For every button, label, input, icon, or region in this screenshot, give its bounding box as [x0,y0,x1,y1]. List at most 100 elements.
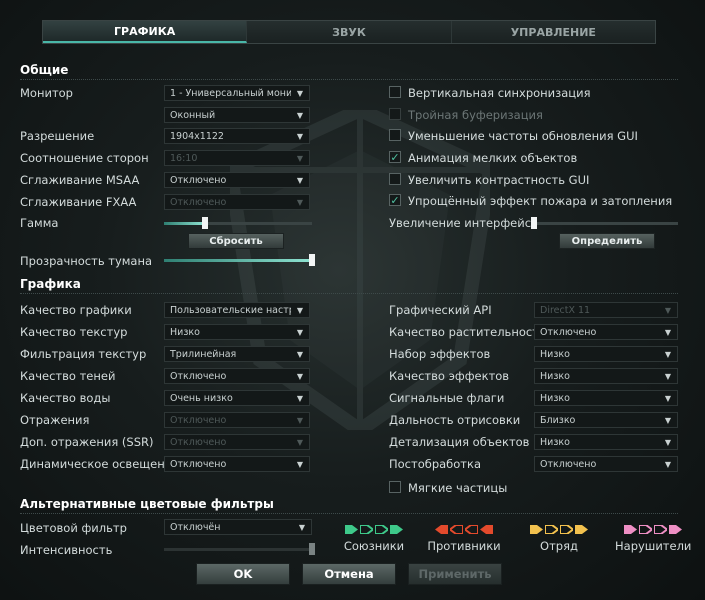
chevron-down-icon: ▼ [296,371,304,381]
graphics-right-label: Набор эффектов [389,347,491,361]
tab-graphics[interactable]: ГРАФИКА [43,21,248,43]
graphics-left-dropdown: Отключено ▼ [164,412,310,428]
graphics-right-dropdown[interactable]: Отключено ▼ [534,324,678,340]
chevron-down-icon: ▼ [296,459,304,469]
legend-symbols [521,524,597,534]
tab-sound[interactable]: ЗВУК [247,21,452,43]
graphics-left-label: Фильтрация текстур [20,347,147,361]
legend-item: Союзники [336,524,412,553]
chevron-down-icon: ▼ [296,88,304,98]
graphics-left-dropdown[interactable]: Отключено ▼ [164,368,310,384]
aspect-value: 16:10 [170,152,198,164]
monitor-dropdown[interactable]: 1 - Универсальный монитор PnP ▼ [164,85,310,101]
graphics-right-value: Низко [540,370,570,382]
display-mode-dropdown[interactable]: Оконный ▼ [164,107,310,123]
gui-rate-label: Уменьшение частоты обновления GUI [408,129,638,143]
graphics-right-dropdown[interactable]: Низко ▼ [534,368,678,384]
aspect-dropdown: 16:10 ▼ [164,150,310,166]
graphics-right-value: Низко [540,436,570,448]
monitor-label: Монитор [20,86,73,100]
graphics-left-dropdown: Отключено ▼ [164,434,310,450]
ok-button[interactable]: OK [196,563,290,585]
graphics-left-label: Качество текстур [20,325,128,339]
graphics-right-dropdown[interactable]: Близко ▼ [534,412,678,428]
graphics-left-dropdown[interactable]: Отключено ▼ [164,456,310,472]
ship-marker-icon [575,524,588,534]
gui-contrast-checkbox[interactable] [389,173,401,185]
legend-label: Союзники [343,539,405,553]
graphics-right-dropdown[interactable]: Низко ▼ [534,346,678,362]
section-general-title: Общие [20,63,69,77]
legend-item: Противники [426,524,502,553]
msaa-label: Сглаживание MSAA [20,173,140,187]
ship-marker-icon [545,524,558,534]
check-icon: ✓ [390,193,400,207]
msaa-dropdown[interactable]: Отключено ▼ [164,172,310,188]
graphics-left-label: Качество воды [20,391,111,405]
chevron-down-icon: ▼ [296,327,304,337]
chevron-down-icon: ▼ [664,371,672,381]
ship-marker-icon [530,524,543,534]
graphics-left-label: Отражения [20,413,90,427]
resolution-value: 1904x1122 [170,130,224,142]
gamma-slider[interactable] [164,217,312,229]
ship-marker-icon [560,524,573,534]
vsync-checkbox[interactable] [389,86,401,98]
graphics-right-dropdown[interactable]: Отключено ▼ [534,456,678,472]
ship-marker-icon [345,524,358,534]
soft-particles-checkbox[interactable] [389,481,401,493]
chevron-down-icon: ▼ [296,197,304,207]
fire-effect-checkbox[interactable]: ✓ [389,194,401,206]
section-divider [20,293,678,294]
chevron-down-icon: ▼ [298,522,306,532]
detect-button[interactable]: Определить [559,233,655,249]
fxaa-value: Отключено [170,196,227,208]
chevron-down-icon: ▼ [296,415,304,425]
graphics-right-label: Постобработка [389,457,481,471]
fire-effect-label: Упрощённый эффект пожара и затопления [408,194,673,208]
gui-rate-checkbox[interactable] [389,129,401,141]
graphics-right-value: DirectX 11 [540,304,591,316]
graphics-left-dropdown[interactable]: Трилинейная ▼ [164,346,310,362]
ship-marker-icon [435,524,448,534]
graphics-right-value: Низко [540,348,570,360]
chevron-down-icon: ▼ [664,327,672,337]
resolution-dropdown[interactable]: 1904x1122 ▼ [164,128,310,144]
ui-scale-slider[interactable] [531,217,678,229]
legend-item: Нарушители [615,524,691,553]
color-filter-dropdown[interactable]: Отключён ▼ [164,519,312,535]
graphics-right-dropdown[interactable]: Низко ▼ [534,390,678,406]
fog-slider[interactable] [164,254,315,266]
legend-label: Отряд [540,539,578,553]
small-anim-label: Анимация мелких объектов [408,151,578,165]
graphics-right-value: Низко [540,392,570,404]
graphics-left-dropdown[interactable]: Пользовательские настройки ▼ [164,302,310,318]
graphics-right-dropdown[interactable]: Низко ▼ [534,434,678,450]
gamma-label: Гамма [20,216,59,230]
soft-particles-label: Мягкие частицы [408,481,508,495]
ship-marker-icon [639,524,652,534]
ship-marker-icon [669,524,682,534]
tab-controls[interactable]: УПРАВЛЕНИЕ [451,21,655,43]
fog-label: Прозрачность тумана [20,254,153,268]
monitor-value: 1 - Универсальный монитор PnP [170,87,291,99]
graphics-left-dropdown[interactable]: Очень низко ▼ [164,390,310,406]
gamma-slider-thumb[interactable] [202,217,209,229]
reset-button[interactable]: Сбросить [188,233,284,249]
graphics-right-value: Близко [540,414,576,426]
legend-label: Нарушители [615,539,692,553]
intensity-label: Интенсивность [20,543,113,557]
chevron-down-icon: ▼ [664,349,672,359]
settings-tabs: ГРАФИКА ЗВУК УПРАВЛЕНИЕ [42,20,656,44]
cancel-button[interactable]: Отмена [302,563,396,585]
fog-slider-thumb[interactable] [309,254,315,266]
graphics-left-dropdown[interactable]: Низко ▼ [164,324,310,340]
fxaa-label: Сглаживание FXAA [20,195,137,209]
graphics-left-label: Доп. отражения (SSR) [20,435,154,449]
ui-scale-slider-thumb[interactable] [531,217,537,229]
color-filter-label: Цветовой фильтр [20,521,127,535]
section-divider [20,79,678,80]
section-graphics-title: Графика [20,277,81,291]
apply-button: Применить [408,563,502,585]
small-anim-checkbox[interactable]: ✓ [389,151,401,163]
